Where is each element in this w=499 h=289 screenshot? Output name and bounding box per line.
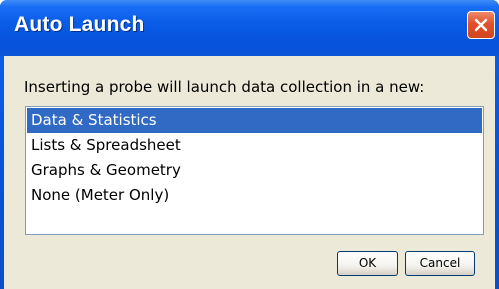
prompt-text: Inserting a probe will launch data colle… <box>24 78 425 96</box>
list-item-data-statistics[interactable]: Data & Statistics <box>27 108 482 133</box>
launch-app-listbox[interactable]: Data & Statistics Lists & Spreadsheet Gr… <box>25 106 484 235</box>
cancel-button[interactable]: Cancel <box>405 251 475 276</box>
auto-launch-dialog: Auto Launch Inserting a probe will launc… <box>0 0 499 289</box>
close-icon <box>474 18 488 32</box>
dialog-body: Inserting a probe will launch data colle… <box>4 56 495 289</box>
title-bar[interactable]: Auto Launch <box>0 0 499 56</box>
dialog-title: Auto Launch <box>14 13 145 36</box>
ok-button[interactable]: OK <box>337 251 398 276</box>
list-item-lists-spreadsheet[interactable]: Lists & Spreadsheet <box>27 133 482 158</box>
list-item-graphs-geometry[interactable]: Graphs & Geometry <box>27 158 482 183</box>
list-item-none-meter-only[interactable]: None (Meter Only) <box>27 183 482 208</box>
close-button[interactable] <box>467 11 495 39</box>
